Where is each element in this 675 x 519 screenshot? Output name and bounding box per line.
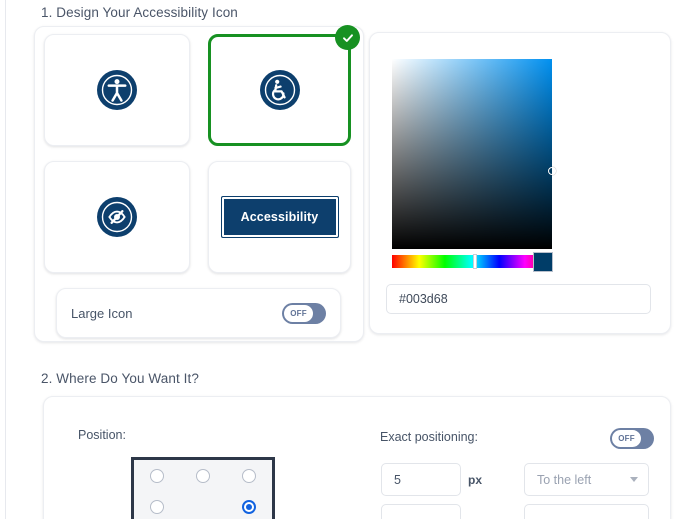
offset-value-input-1[interactable]: 5: [381, 463, 461, 496]
accessibility-text-button-preview: Accessibility: [220, 196, 339, 238]
position-middle-left[interactable]: [150, 499, 164, 514]
hue-slider[interactable]: [392, 255, 552, 268]
large-icon-toggle[interactable]: OFF: [282, 302, 326, 324]
saturation-handle[interactable]: [548, 167, 556, 175]
exact-positioning-label: Exact positioning:: [380, 430, 478, 444]
offset-direction-select-1-value: To the left: [537, 472, 592, 487]
hex-color-input[interactable]: #003d68: [386, 284, 651, 314]
exact-positioning-toggle-knob: OFF: [611, 429, 642, 448]
icon-option-person-accessibility[interactable]: [44, 34, 190, 146]
large-icon-toggle-state: OFF: [290, 308, 307, 318]
position-top-right[interactable]: [242, 468, 256, 483]
page-left-divider: [5, 0, 6, 519]
person-accessibility-icon: [97, 70, 137, 110]
check-icon: [342, 33, 353, 42]
eye-slash-icon: [97, 197, 137, 237]
saturation-brightness-square[interactable]: [392, 59, 552, 249]
exact-positioning-toggle[interactable]: OFF: [610, 428, 654, 449]
offset-value-input-2[interactable]: [381, 504, 461, 519]
icon-option-eye-slash[interactable]: [44, 161, 190, 273]
color-preview-swatch: [533, 252, 553, 272]
position-top-left[interactable]: [150, 468, 164, 483]
position-label: Position:: [78, 428, 126, 442]
accessibility-widget-settings-page: 1. Design Your Accessibility Icon Access…: [0, 0, 675, 519]
position-top-center[interactable]: [196, 468, 210, 483]
wheelchair-motion-icon: [259, 70, 300, 110]
icon-option-accessibility-text[interactable]: Accessibility: [208, 161, 351, 273]
offset-unit-label-1: px: [468, 473, 483, 487]
exact-positioning-toggle-state: OFF: [618, 434, 635, 443]
section-2-heading: 2. Where Do You Want It?: [41, 371, 199, 386]
icon-option-wheelchair-motion[interactable]: [208, 25, 360, 146]
chevron-down-icon: [630, 477, 638, 482]
section-1-heading: 1. Design Your Accessibility Icon: [41, 5, 238, 20]
offset-direction-select-1[interactable]: To the left: [524, 463, 649, 496]
hue-slider-thumb[interactable]: [473, 254, 477, 269]
large-icon-setting-row: Large Icon OFF: [56, 288, 341, 338]
accessibility-button-label: Accessibility: [240, 210, 319, 224]
selected-check-badge: [335, 25, 360, 50]
position-grid: [131, 457, 275, 519]
large-icon-toggle-knob: OFF: [283, 303, 314, 323]
large-icon-label: Large Icon: [71, 305, 133, 321]
position-middle-right[interactable]: [242, 499, 256, 514]
offset-direction-select-2[interactable]: [524, 504, 649, 519]
